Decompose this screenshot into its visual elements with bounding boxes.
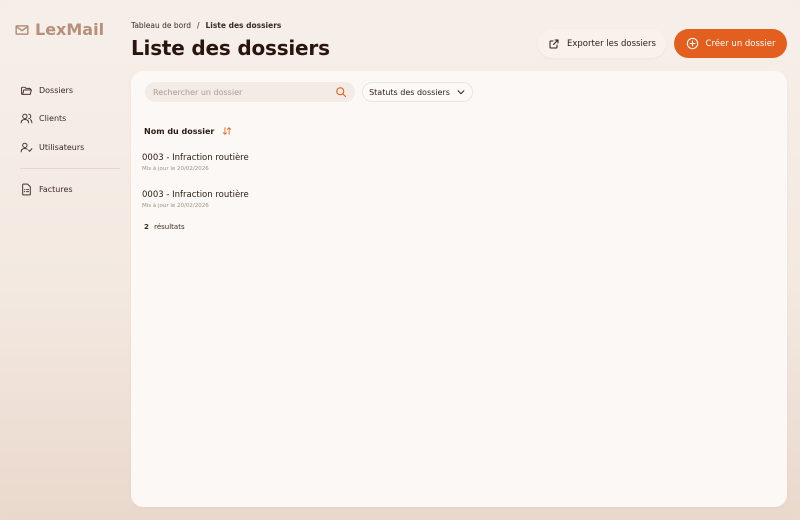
chevron-down-icon [457,90,465,95]
results-label: résultats [154,223,185,231]
sidebar-item-label: Factures [39,185,73,194]
sidebar-item-label: Utilisateurs [39,142,85,152]
sidebar-item-utilisateurs[interactable]: Utilisateurs [20,139,120,155]
sidebar-item-dossiers[interactable]: Dossiers [20,82,120,98]
sidebar-item-label: Clients [39,114,67,123]
results-count: 2 résultats [144,223,185,231]
table-row[interactable]: 0003 - Infraction routière Mis à jour le… [142,153,762,172]
app-logo[interactable]: LexMail [15,20,104,39]
sidebar-item-factures[interactable]: Factures [20,182,120,198]
column-header-label: Nom du dossier [144,126,215,136]
users-icon [20,113,33,124]
breadcrumb: Tableau de bord / Liste des dossiers [131,21,281,30]
breadcrumb-separator: / [196,21,200,30]
dossiers-panel: Statuts des dossiers Nom du dossier 0003… [131,71,787,507]
search-icon[interactable] [335,86,347,98]
dossier-updated: Mis à jour le 20/02/2026 [142,166,209,172]
mail-icon [15,24,29,35]
table-row[interactable]: 0003 - Infraction routière Mis à jour le… [142,190,762,209]
sidebar-item-clients[interactable]: Clients [20,111,120,127]
sidebar-nav: Dossiers Clients Utilisateurs Factures [20,82,120,210]
search-input[interactable] [153,87,335,97]
app-window: LexMail Dossiers Clients Utilisateurs Fa… [0,0,800,520]
app-name: LexMail [35,20,105,39]
export-button-label: Exporter les dossiers [567,38,656,49]
plus-circle-icon [686,37,698,50]
invoice-icon [22,183,31,196]
user-check-icon [20,142,33,152]
breadcrumb-current: Liste des dossiers [205,21,282,30]
sidebar-item-label: Dossiers [39,85,73,95]
breadcrumb-parent[interactable]: Tableau de bord [131,21,191,30]
create-button-label: Créer un dossier [705,38,776,49]
export-dossiers-button[interactable]: Exporter les dossiers [538,29,666,58]
dossier-name: 0003 - Infraction routière [142,190,249,200]
search-box [145,82,355,102]
status-filter-label: Statuts des dossiers [369,87,450,97]
sort-icon[interactable] [222,126,232,136]
page-title: Liste des dossiers [131,36,330,60]
create-dossier-button[interactable]: Créer un dossier [674,29,787,58]
status-filter-select[interactable]: Statuts des dossiers [362,82,473,102]
external-link-icon [549,39,559,48]
dossier-name: 0003 - Infraction routière [142,153,249,163]
sidebar-divider [20,167,120,169]
dossier-updated: Mis à jour le 20/02/2026 [142,203,209,209]
results-number: 2 [144,223,149,231]
column-header-name[interactable]: Nom du dossier [144,126,232,136]
folder-icon [21,86,32,95]
